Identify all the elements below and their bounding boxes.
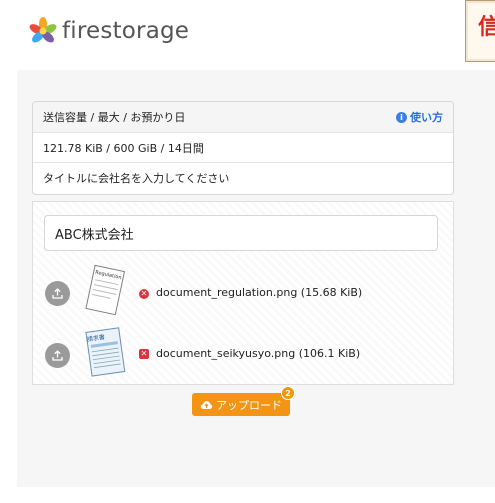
info-icon: i bbox=[396, 111, 407, 123]
site-header: firestorage 信 bbox=[0, 0, 495, 70]
firestorage-logo[interactable]: firestorage bbox=[28, 14, 189, 48]
file-count-badge: 2 bbox=[281, 386, 295, 400]
title-input[interactable] bbox=[44, 215, 438, 251]
help-link[interactable]: i 使い方 bbox=[396, 109, 443, 125]
corner-banner-glyph: 信 bbox=[478, 14, 495, 40]
upload-button-label: アップロード bbox=[216, 398, 282, 412]
hint-text: タイトルに会社名を入力してください bbox=[43, 172, 230, 185]
x-circle-icon[interactable]: ✕ bbox=[139, 289, 149, 299]
cloud-upload-icon bbox=[200, 400, 213, 409]
upload-button[interactable]: アップロード bbox=[192, 393, 290, 416]
flower-logo-icon bbox=[29, 17, 57, 43]
hint-row: タイトルに会社名を入力してください bbox=[33, 163, 453, 193]
upload-card: Regulation ✕ document_regulation.png (15… bbox=[32, 201, 454, 385]
logo-text: firestorage bbox=[62, 18, 190, 44]
file-row: Regulation ✕ document_regulation.png (15… bbox=[44, 260, 444, 324]
capacity-text: 121.78 KiB / 600 GiB / 14日間 bbox=[43, 141, 204, 155]
file-row: 請求書 ✕ document_seikyusyo.png (106.1 KiB) bbox=[44, 322, 444, 386]
info-card: 送信容量 / 最大 / お預かり日 i 使い方 121.78 KiB / 600… bbox=[32, 101, 454, 195]
upload-icon[interactable] bbox=[45, 281, 70, 306]
invoice-thumbnail: 請求書 bbox=[85, 327, 126, 377]
info-heading-row: 送信容量 / 最大 / お預かり日 i 使い方 bbox=[33, 102, 453, 133]
info-heading: 送信容量 / 最大 / お預かり日 bbox=[43, 111, 186, 124]
upload-icon[interactable] bbox=[45, 343, 70, 368]
corner-banner[interactable]: 信 bbox=[465, 0, 495, 62]
capacity-row: 121.78 KiB / 600 GiB / 14日間 bbox=[33, 133, 453, 163]
file-name: document_regulation.png (15.68 KiB) bbox=[156, 286, 363, 299]
document-thumbnail: Regulation bbox=[85, 264, 126, 316]
file-name: document_seikyusyo.png (106.1 KiB) bbox=[156, 347, 361, 360]
x-square-icon[interactable]: ✕ bbox=[139, 349, 149, 359]
main-panel: 送信容量 / 最大 / お預かり日 i 使い方 121.78 KiB / 600… bbox=[17, 70, 495, 487]
help-link-label: 使い方 bbox=[410, 111, 443, 124]
